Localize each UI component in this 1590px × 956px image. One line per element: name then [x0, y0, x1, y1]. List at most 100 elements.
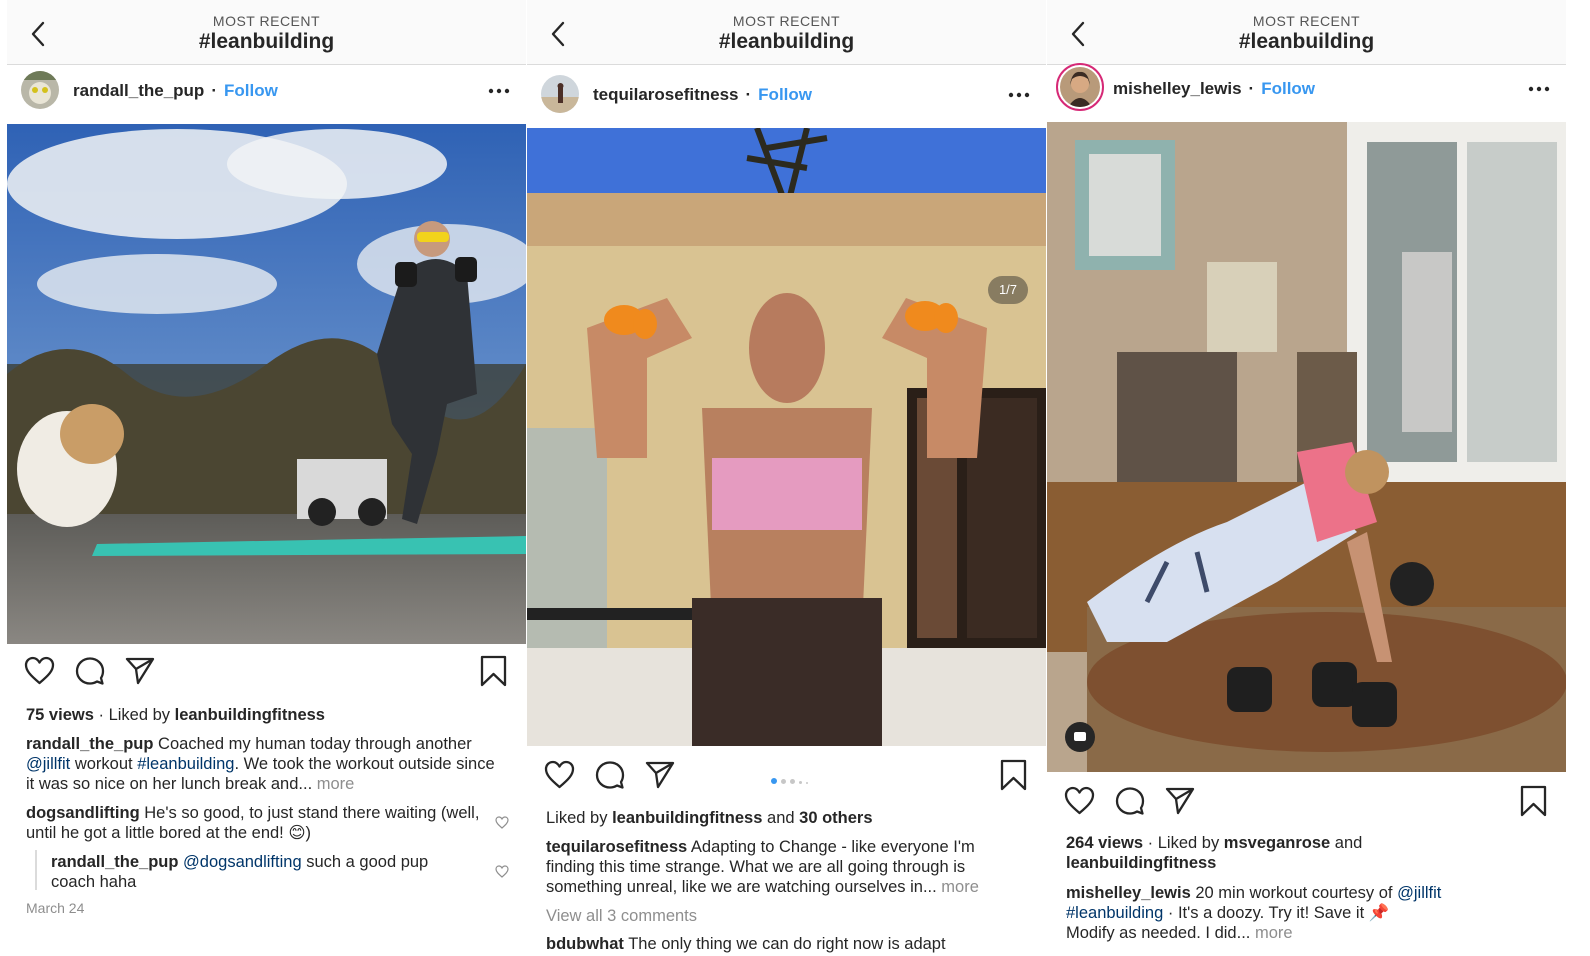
- reply-like-icon[interactable]: [495, 865, 509, 878]
- liked-by-user[interactable]: msveganrose: [1224, 834, 1330, 852]
- comment-text: The only thing we can do right now is ad…: [628, 935, 946, 953]
- carousel-dot: [781, 779, 786, 784]
- reply-mention-link[interactable]: @dogsandlifting: [183, 853, 302, 871]
- header-subtitle: MOST RECENT: [212, 13, 321, 29]
- reply-indent-line: [35, 850, 37, 890]
- caption: mishelley_lewis 20 min workout courtesy …: [1066, 883, 1546, 943]
- comment-1: bdubwhat The only thing we can do right …: [546, 934, 1046, 954]
- separator-dot: ·: [1248, 79, 1255, 98]
- avatar[interactable]: [1056, 63, 1104, 111]
- post-username[interactable]: tequilarosefitness: [593, 85, 739, 104]
- hashtag-link[interactable]: #leanbuilding: [137, 755, 234, 773]
- comment-icon[interactable]: [595, 760, 625, 790]
- caption: randall_the_pup Coached my human today t…: [26, 734, 506, 794]
- header-subtitle: MOST RECENT: [732, 13, 841, 29]
- post-image[interactable]: [7, 124, 526, 644]
- caption-text-2: workout: [74, 755, 133, 773]
- top-bar: MOST RECENT #leanbuilding: [1047, 0, 1566, 65]
- comment-like-icon[interactable]: [495, 816, 509, 829]
- liked-and-label: and: [1334, 834, 1363, 852]
- caption-username[interactable]: randall_the_pup: [26, 735, 153, 753]
- share-icon[interactable]: [125, 657, 155, 685]
- liked-by-label: · Liked by: [98, 706, 171, 724]
- post-header: mishelley_lewis · Follow: [1047, 61, 1566, 115]
- bookmark-icon[interactable]: [1000, 759, 1027, 791]
- carousel-dot: [806, 782, 808, 784]
- carousel-dot: [790, 779, 795, 784]
- carousel-indicator: [771, 771, 812, 789]
- liked-and-label: and: [767, 809, 795, 827]
- more-link[interactable]: more: [1255, 924, 1293, 942]
- post-header: randall_the_pup · Follow: [7, 63, 526, 117]
- caption-username[interactable]: tequilarosefitness: [546, 838, 687, 856]
- post-panel-1: MOST RECENT #leanbuilding randall_the_pu…: [7, 0, 526, 956]
- post-actions: [7, 652, 526, 692]
- share-icon[interactable]: [645, 761, 675, 789]
- likes-line: 75 views · Liked by leanbuildingfitness: [26, 705, 506, 725]
- liked-by-label: Liked by: [546, 809, 608, 827]
- follow-button[interactable]: Follow: [1261, 79, 1315, 98]
- mention-link[interactable]: @jillfit: [1397, 884, 1441, 902]
- post-panel-2: MOST RECENT #leanbuilding tequilarosefit…: [527, 0, 1046, 956]
- caption-text: Coached my human today through another: [158, 735, 472, 753]
- heart-icon[interactable]: [24, 656, 55, 685]
- caption-text-2: · It's a doozy. Try it! Save it 📌: [1167, 904, 1390, 922]
- more-dots-icon[interactable]: [1008, 92, 1030, 98]
- likes-line: Liked by leanbuildingfitness and 30 othe…: [546, 808, 1026, 828]
- heart-icon[interactable]: [544, 760, 575, 789]
- comment-username[interactable]: dogsandlifting: [26, 804, 140, 822]
- top-bar: MOST RECENT #leanbuilding: [7, 0, 526, 65]
- header-title: #leanbuilding: [198, 30, 335, 53]
- header-title: #leanbuilding: [1238, 30, 1375, 53]
- more-link[interactable]: more: [941, 878, 979, 896]
- likes-line: 264 views · Liked by msveganrose and lea…: [1066, 833, 1546, 873]
- caption-text-3: Modify as needed. I did...: [1066, 924, 1251, 942]
- caption-username[interactable]: mishelley_lewis: [1066, 884, 1191, 902]
- liked-by-user[interactable]: leanbuildingfitness: [612, 809, 762, 827]
- post-panel-3: MOST RECENT #leanbuilding mishelley_lewi…: [1047, 0, 1566, 956]
- post-date[interactable]: March 24: [26, 900, 84, 916]
- heart-icon[interactable]: [1064, 786, 1095, 815]
- post-username[interactable]: mishelley_lewis: [1113, 79, 1242, 98]
- comment-reply: randall_the_pup @dogsandlifting such a g…: [51, 852, 466, 892]
- comment-username[interactable]: bdubwhat: [546, 935, 624, 953]
- follow-button[interactable]: Follow: [224, 81, 278, 100]
- separator-dot: ·: [745, 85, 752, 104]
- follow-button[interactable]: Follow: [758, 85, 812, 104]
- carousel-dot-active: [771, 778, 777, 784]
- header-title: #leanbuilding: [718, 30, 855, 53]
- post-actions: [1047, 782, 1566, 822]
- post-image[interactable]: [1047, 122, 1566, 772]
- photo-counter: 1/7: [988, 276, 1028, 304]
- comment-1: dogsandlifting He's so good, to just sta…: [26, 803, 486, 843]
- top-bar: MOST RECENT #leanbuilding: [527, 0, 1046, 65]
- post-username[interactable]: randall_the_pup: [73, 81, 204, 100]
- liked-by-user[interactable]: leanbuildingfitness: [175, 706, 325, 724]
- share-icon[interactable]: [1165, 787, 1195, 815]
- hashtag-link[interactable]: #leanbuilding: [1066, 904, 1163, 922]
- view-count[interactable]: 264 views: [1066, 834, 1143, 852]
- bookmark-icon[interactable]: [480, 655, 507, 687]
- liked-by-user-2[interactable]: leanbuildingfitness: [1066, 854, 1216, 872]
- header-subtitle: MOST RECENT: [1252, 13, 1361, 29]
- reply-username[interactable]: randall_the_pup: [51, 853, 178, 871]
- caption: tequilarosefitness Adapting to Change - …: [546, 837, 1026, 897]
- liked-by-label: · Liked by: [1147, 834, 1220, 852]
- mention-link[interactable]: @jillfit: [26, 755, 70, 773]
- post-header: tequilarosefitness · Follow: [527, 67, 1046, 121]
- carousel-dot: [799, 781, 802, 784]
- comment-icon[interactable]: [75, 656, 105, 686]
- liked-others[interactable]: 30 others: [799, 809, 872, 827]
- view-count[interactable]: 75 views: [26, 706, 94, 724]
- post-image[interactable]: 1/7: [527, 128, 1046, 746]
- more-dots-icon[interactable]: [1528, 86, 1550, 92]
- avatar[interactable]: [541, 75, 579, 113]
- comment-icon[interactable]: [1115, 786, 1145, 816]
- more-link[interactable]: more: [317, 775, 355, 793]
- avatar[interactable]: [21, 71, 59, 109]
- caption-text: 20 min workout courtesy of: [1195, 884, 1393, 902]
- view-all-comments-link[interactable]: View all 3 comments: [546, 906, 1026, 926]
- bookmark-icon[interactable]: [1520, 785, 1547, 817]
- more-dots-icon[interactable]: [488, 88, 510, 94]
- separator-dot: ·: [211, 81, 217, 100]
